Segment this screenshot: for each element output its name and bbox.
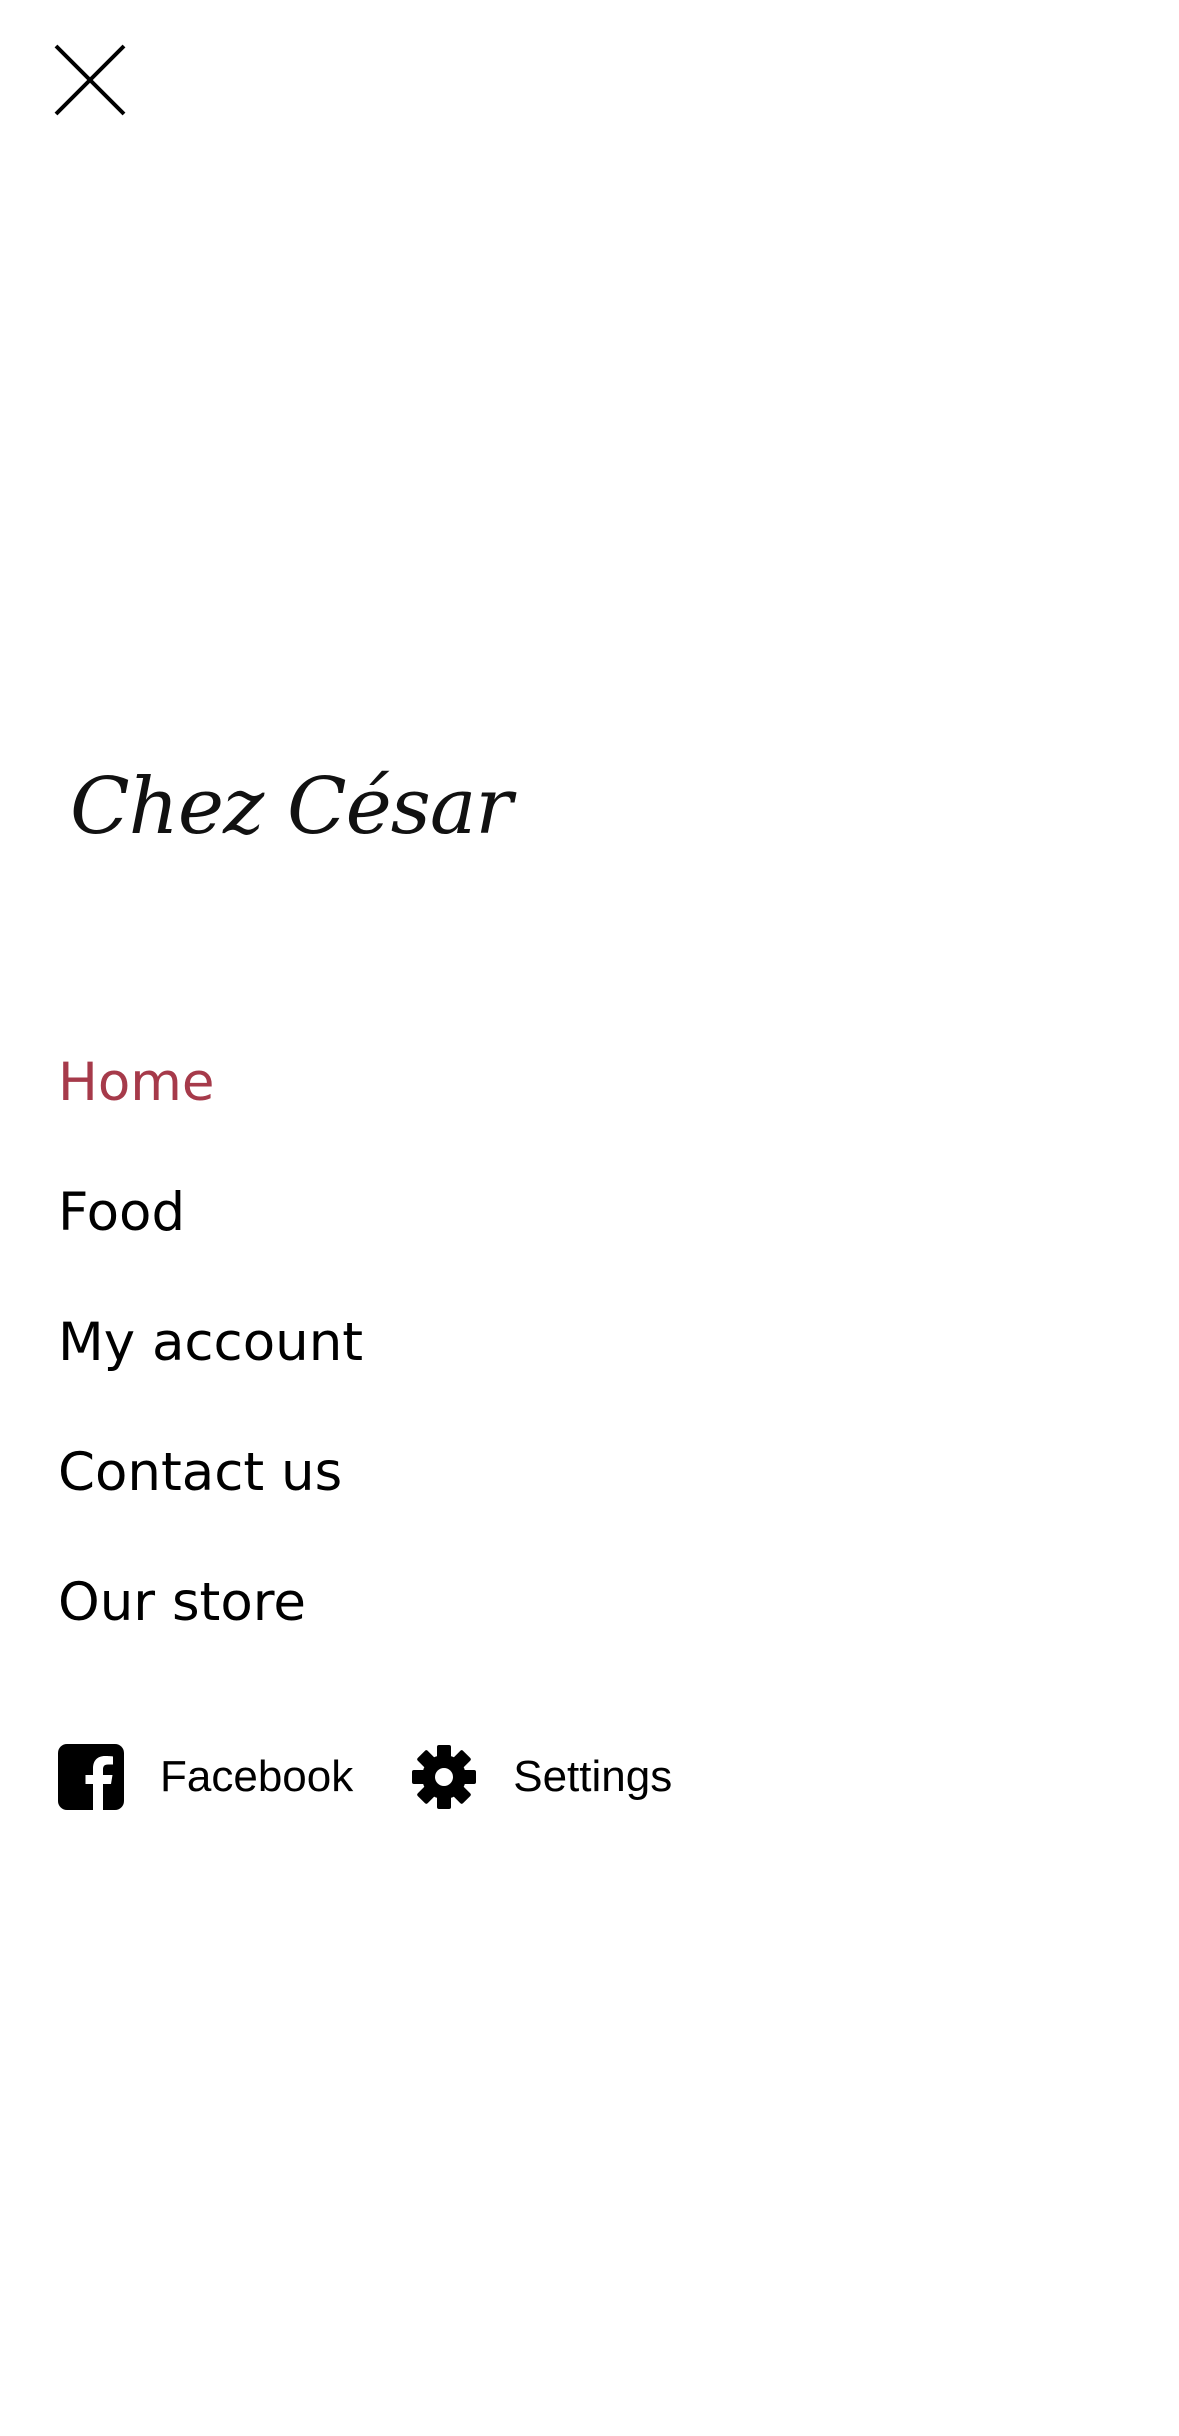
brand-logo: Chez César [70, 762, 513, 852]
settings-link[interactable]: Settings [411, 1744, 672, 1810]
close-icon [54, 44, 126, 116]
main-menu: Home Food My account Contact us Our stor… [58, 1018, 363, 1668]
menu-item-home[interactable]: Home [58, 1018, 363, 1148]
menu-item-our-store[interactable]: Our store [58, 1538, 363, 1668]
settings-label: Settings [513, 1752, 673, 1801]
facebook-link[interactable]: Facebook [58, 1744, 353, 1810]
facebook-label: Facebook [160, 1752, 354, 1801]
facebook-icon [58, 1744, 124, 1810]
gear-icon [411, 1744, 477, 1810]
close-button[interactable] [50, 40, 130, 120]
menu-item-food[interactable]: Food [58, 1148, 363, 1278]
footer-links: Facebook Settings [58, 1744, 730, 1810]
menu-item-my-account[interactable]: My account [58, 1278, 363, 1408]
menu-item-contact-us[interactable]: Contact us [58, 1408, 363, 1538]
